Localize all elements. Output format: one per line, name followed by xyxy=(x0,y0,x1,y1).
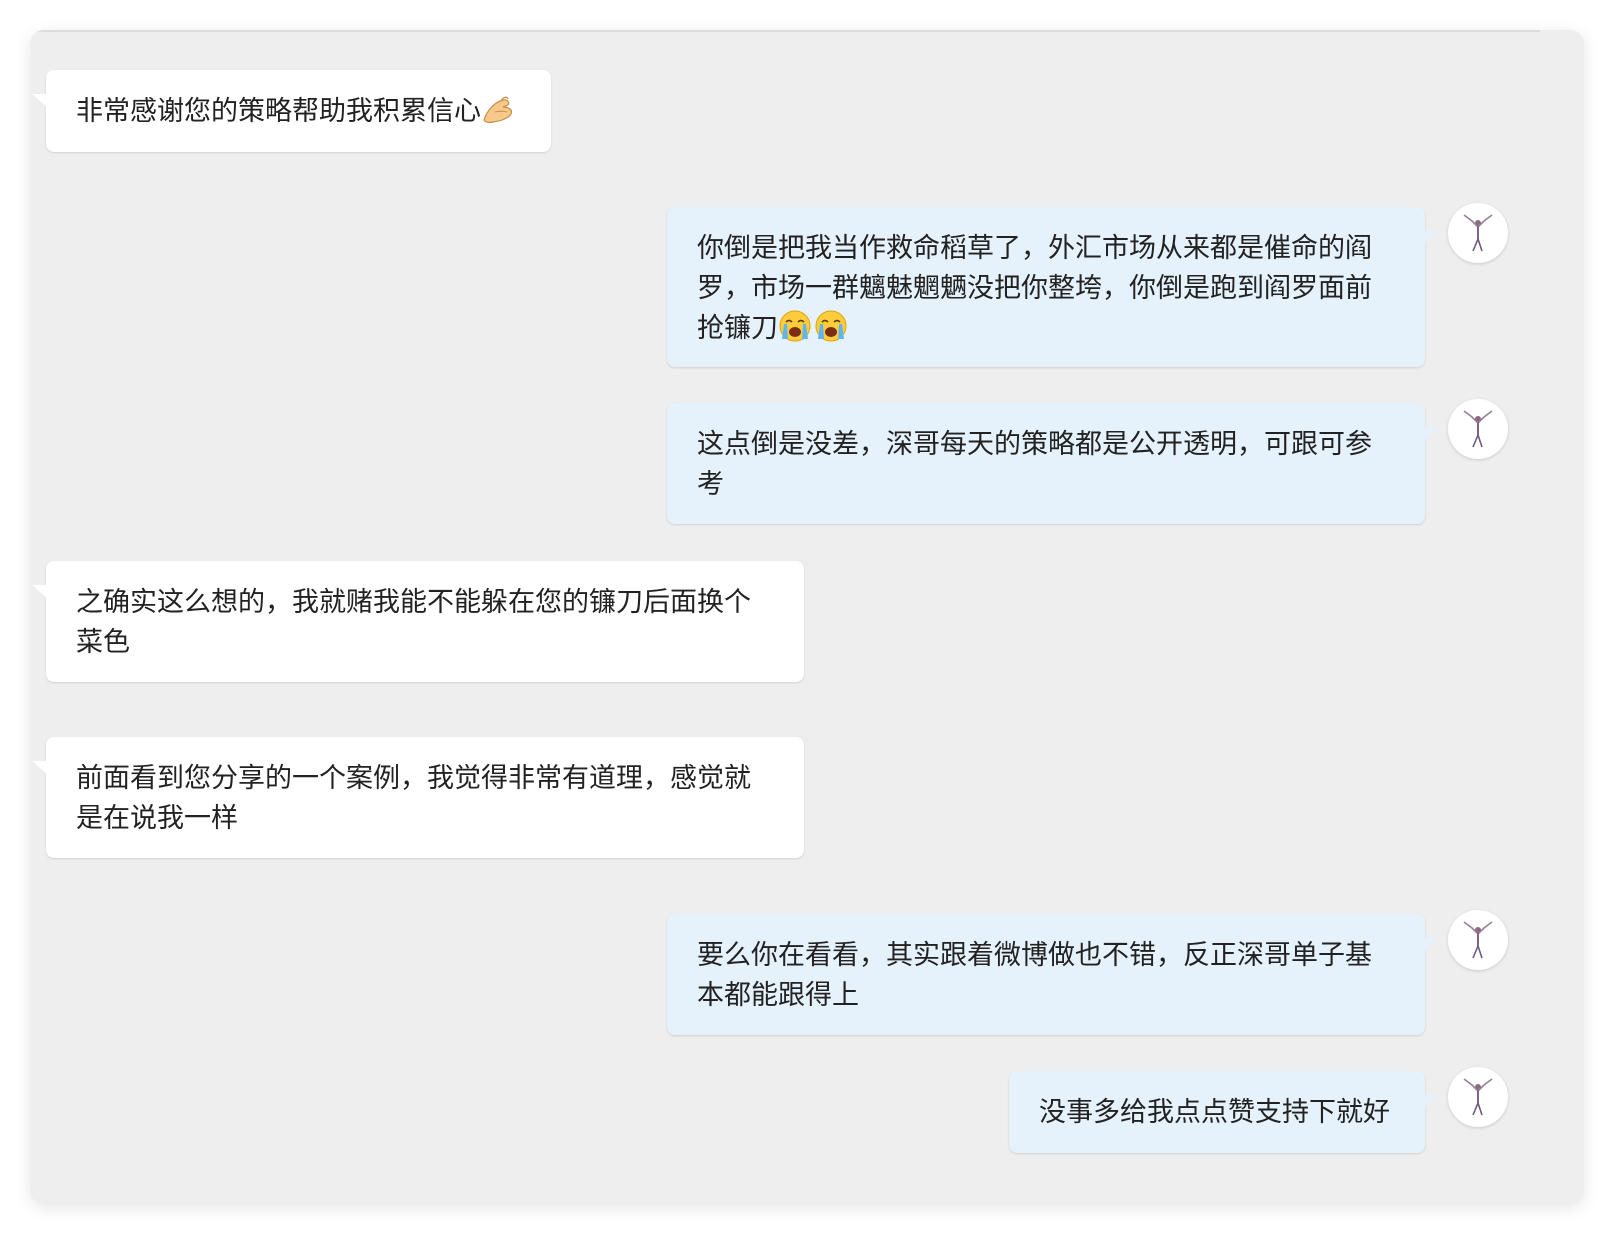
chat-message-sent[interactable]: 没事多给我点点赞支持下就好 xyxy=(1009,1071,1439,1153)
chat-message-received[interactable]: 非常感谢您的策略帮助我积累信心 xyxy=(32,70,551,152)
message-text: 之确实这么想的，我就赌我能不能躲在您的镰刀后面换个菜色 xyxy=(76,587,751,658)
chat-message-received[interactable]: 前面看到您分享的一个案例，我觉得非常有道理，感觉就是在说我一样 xyxy=(32,737,804,858)
top-divider xyxy=(30,30,1540,32)
message-text: 没事多给我点点赞支持下就好 xyxy=(1039,1097,1390,1128)
avatar[interactable] xyxy=(1448,1067,1508,1127)
avatar[interactable] xyxy=(1448,399,1508,459)
message-text: 非常感谢您的策略帮助我积累信心 xyxy=(76,96,481,127)
dancer-figure-icon xyxy=(1463,921,1493,959)
chat-panel: 非常感谢您的策略帮助我积累信心 你倒是把我当作救命稻草了，外汇市场从来都是催命的… xyxy=(30,30,1584,1204)
chat-message-received[interactable]: 之确实这么想的，我就赌我能不能躲在您的镰刀后面换个菜色 xyxy=(32,561,804,682)
dancer-figure-icon xyxy=(1463,410,1493,448)
crying-face-emoji-icon xyxy=(778,309,850,355)
message-text: 要么你在看看，其实跟着微博做也不错，反正深哥单子基本都能跟得上 xyxy=(697,940,1372,1011)
chat-message-sent[interactable]: 你倒是把我当作救命稻草了，外汇市场从来都是催命的阎罗，市场一群魑魅魍魉没把你整垮… xyxy=(667,207,1439,367)
chat-message-sent[interactable]: 这点倒是没差，深哥每天的策略都是公开透明，可跟可参考 xyxy=(667,403,1439,524)
avatar[interactable] xyxy=(1448,910,1508,970)
pinch-hand-emoji-icon xyxy=(481,94,517,138)
message-text: 前面看到您分享的一个案例，我觉得非常有道理，感觉就是在说我一样 xyxy=(76,763,751,834)
dancer-figure-icon xyxy=(1463,1078,1493,1116)
avatar[interactable] xyxy=(1448,203,1508,263)
message-text: 这点倒是没差，深哥每天的策略都是公开透明，可跟可参考 xyxy=(697,429,1372,500)
chat-message-sent[interactable]: 要么你在看看，其实跟着微博做也不错，反正深哥单子基本都能跟得上 xyxy=(667,914,1439,1035)
dancer-figure-icon xyxy=(1463,214,1493,252)
